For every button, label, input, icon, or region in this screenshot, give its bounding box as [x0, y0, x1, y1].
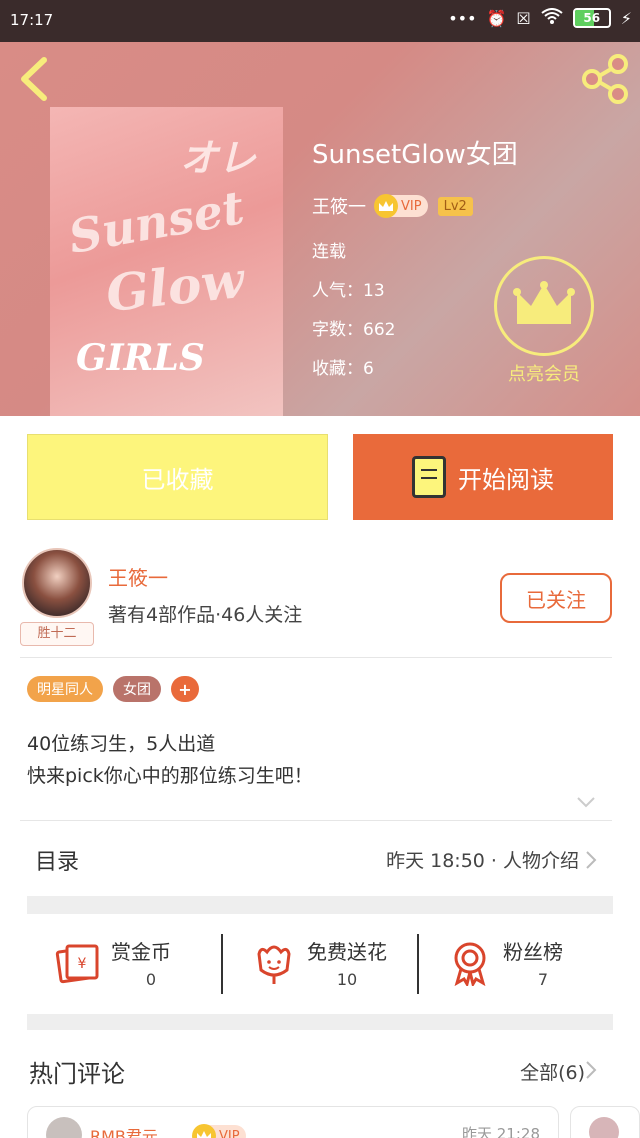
stat-value: 10: [336, 970, 358, 989]
book-author[interactable]: 王筱一: [312, 193, 366, 219]
stat-value: 7: [537, 970, 549, 989]
stat-label: 免费送花: [307, 940, 387, 964]
alarm-icon: ⏰: [486, 8, 507, 28]
book-cover[interactable]: オレ Sunset Glow GIRLS: [50, 107, 283, 416]
crown-icon: [374, 194, 398, 218]
divider: [20, 657, 612, 658]
share-icon: [582, 54, 628, 104]
hot-comments-header: 热门评论 全部(6): [27, 1030, 613, 1106]
comment-author[interactable]: RMB君元: [90, 1123, 158, 1138]
expand-chevron-icon[interactable]: [576, 796, 596, 808]
back-button[interactable]: [14, 56, 54, 102]
comment-card[interactable]: RMB君元 VIP 昨天 21:28: [27, 1106, 559, 1138]
crown-icon: [192, 1124, 216, 1138]
book-word-count: 字数：662: [312, 320, 396, 340]
book-icon: [412, 456, 446, 498]
avatar[interactable]: [22, 548, 92, 618]
author-summary: 著有4部作品·46人关注: [108, 604, 303, 626]
tag-list: 明星同人 女团 +: [27, 676, 199, 702]
vip-label: VIP: [219, 1128, 240, 1138]
book-popularity: 人气：13: [312, 281, 385, 301]
status-bar: 17:17 ••• ⏰ ☒ 56 ⚡: [0, 0, 640, 42]
table-of-contents-row[interactable]: 目录 昨天 18:50 · 人物介绍: [27, 822, 613, 896]
red-envelope-icon: ¥: [55, 944, 99, 984]
comment-time: 昨天 21:28: [462, 1125, 540, 1138]
share-button[interactable]: [580, 54, 630, 104]
close-box-icon: ☒: [516, 8, 531, 28]
favorited-button[interactable]: 已收藏: [27, 434, 328, 520]
author-card[interactable]: 胜十二 王筱一 著有4部作品·46人关注 已关注: [0, 540, 640, 658]
hot-comments-title: 热门评论: [29, 1060, 125, 1088]
vip-label: VIP: [401, 198, 422, 214]
status-time: 17:17: [10, 11, 54, 29]
cover-text: オレ: [180, 135, 257, 180]
cover-text: Glow: [103, 249, 247, 324]
section-gap: [27, 896, 613, 914]
more-dots-icon: •••: [448, 8, 477, 28]
flower-icon: [257, 945, 291, 984]
reward-coins-stat[interactable]: ¥ 赏金币 0: [27, 914, 222, 1014]
battery-level: 56: [583, 11, 601, 25]
start-reading-button[interactable]: 开始阅读: [353, 434, 613, 520]
book-header: オレ Sunset Glow GIRLS SunsetGlow女团 王筱一 VI…: [0, 42, 640, 416]
avatar-tag: 胜十二: [20, 622, 94, 646]
cover-text: GIRLS: [76, 337, 205, 379]
book-description: 40位练习生，5人出道 快来pick你心中的那位练习生吧！: [27, 728, 313, 792]
vip-badge: VIP: [374, 194, 428, 218]
book-info: SunsetGlow女团 王筱一 VIP Lv2 连载 人气：13 字数：662…: [312, 134, 518, 379]
crown-icon: [513, 281, 575, 324]
all-comments-link[interactable]: 全部(6): [520, 1058, 585, 1085]
charging-icon: ⚡: [620, 8, 632, 28]
author-name[interactable]: 王筱一: [108, 562, 168, 591]
toc-title: 目录: [35, 850, 80, 875]
svg-text:¥: ¥: [78, 956, 87, 972]
member-button[interactable]: 点亮会员: [494, 256, 594, 386]
medal-icon: [454, 942, 486, 986]
wifi-icon: [541, 8, 563, 28]
divider: [20, 820, 612, 821]
tag-chip[interactable]: 明星同人: [27, 676, 103, 702]
avatar[interactable]: [589, 1117, 619, 1138]
back-chevron-icon: [21, 57, 47, 101]
vip-badge: VIP: [192, 1124, 246, 1138]
stat-label: 赏金币: [111, 940, 171, 964]
level-badge: Lv2: [437, 196, 473, 216]
stat-value: 0: [145, 970, 157, 989]
section-gap: [27, 1014, 613, 1030]
comment-card[interactable]: [570, 1106, 640, 1138]
status-icons: ••• ⏰ ☒ 56 ⚡: [448, 8, 632, 28]
member-circle: [494, 256, 594, 356]
free-flower-stat[interactable]: 免费送花 10: [223, 914, 418, 1014]
toc-latest: 昨天 18:50 · 人物介绍: [386, 850, 579, 872]
description-line: 40位练习生，5人出道: [27, 733, 216, 755]
avatar[interactable]: [46, 1117, 82, 1138]
book-status: 连载: [312, 242, 346, 262]
stats-row: ¥ 赏金币 0 免费送花 10 粉丝榜 7: [27, 914, 613, 1014]
add-tag-button[interactable]: +: [171, 676, 199, 702]
battery-icon: 56: [572, 8, 611, 28]
book-title: SunsetGlow女团: [312, 140, 518, 170]
tag-chip[interactable]: 女团: [113, 676, 161, 702]
stat-label: 粉丝榜: [503, 940, 563, 964]
fan-ranking-stat[interactable]: 粉丝榜 7: [419, 914, 614, 1014]
follow-button[interactable]: 已关注: [500, 573, 612, 623]
start-reading-label: 开始阅读: [458, 465, 554, 494]
description-line: 快来pick你心中的那位练习生吧！: [27, 765, 313, 787]
chevron-right-icon: [586, 851, 597, 869]
member-label: 点亮会员: [508, 364, 580, 385]
chevron-right-icon: [586, 1061, 597, 1079]
author-line: 王筱一 VIP Lv2: [312, 193, 518, 219]
book-favorites: 收藏：6: [312, 359, 374, 379]
